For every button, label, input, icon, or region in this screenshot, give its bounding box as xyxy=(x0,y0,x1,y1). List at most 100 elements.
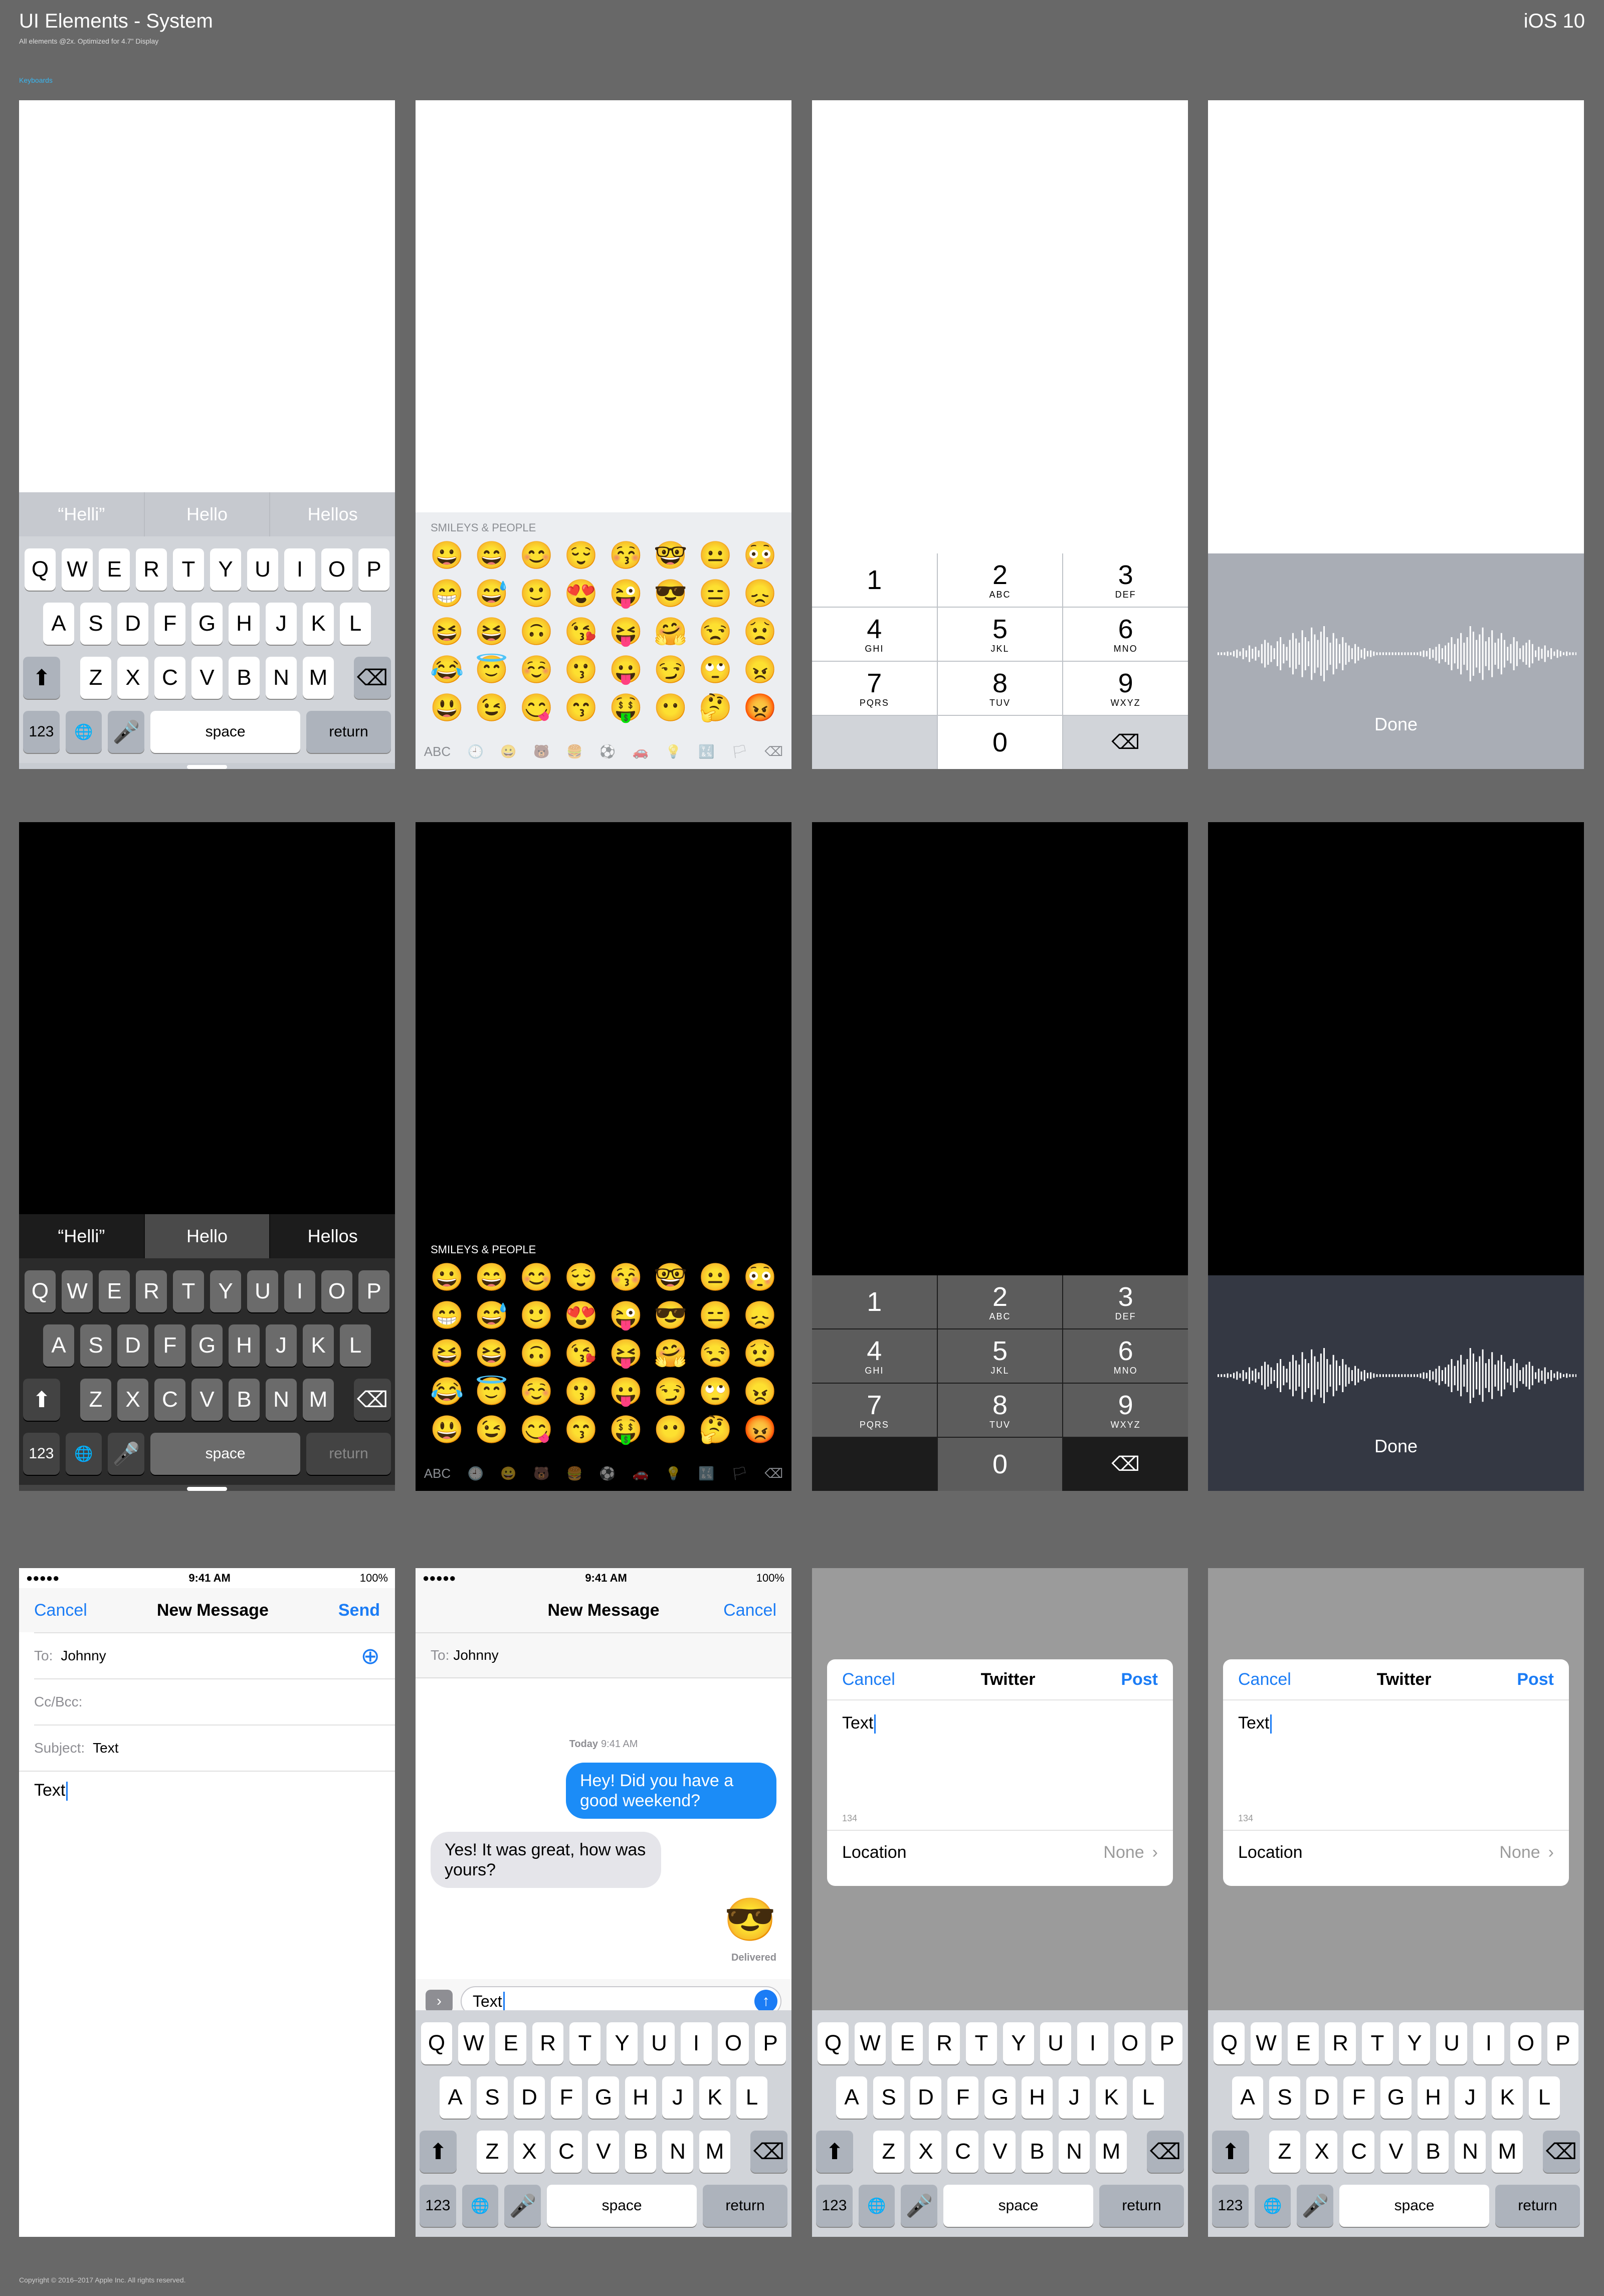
key-f[interactable]: F xyxy=(154,603,185,645)
shift-key[interactable]: ⬆ xyxy=(1212,2131,1249,2173)
send-button[interactable]: Send xyxy=(338,1601,380,1620)
key-w[interactable]: W xyxy=(1251,2022,1282,2064)
emoji-key[interactable]: 😛 xyxy=(604,654,648,686)
key-i[interactable]: I xyxy=(1473,2022,1504,2064)
key-c[interactable]: C xyxy=(154,657,185,699)
emoji-key[interactable]: 😎 xyxy=(648,578,693,610)
ccbcc-field[interactable]: Cc/Bcc: xyxy=(34,1678,395,1725)
emoji-key[interactable]: 😠 xyxy=(738,1376,782,1408)
emoji-key[interactable]: 😡 xyxy=(738,692,782,724)
key-e[interactable]: E xyxy=(892,2022,923,2064)
key-i[interactable]: I xyxy=(284,548,315,591)
key-h[interactable]: H xyxy=(229,603,260,645)
key-j[interactable]: J xyxy=(266,1324,297,1367)
key-t[interactable]: T xyxy=(173,548,204,591)
digit-key[interactable]: 9 WXYZ xyxy=(1063,662,1188,715)
emoji-key[interactable]: 😎 xyxy=(648,1299,693,1331)
delete-key[interactable]: ⌫ xyxy=(354,1379,391,1421)
shift-key[interactable]: ⬆ xyxy=(23,657,60,699)
emoji-key[interactable]: 😊 xyxy=(514,539,559,571)
tweet-text-area[interactable]: Text 134 xyxy=(1223,1700,1569,1830)
key-n[interactable]: N xyxy=(1455,2131,1486,2173)
key-u[interactable]: U xyxy=(644,2022,675,2064)
key-v[interactable]: V xyxy=(1380,2131,1412,2173)
delete-icon[interactable]: ⌫ xyxy=(764,744,783,759)
numbers-key[interactable]: 123 xyxy=(1212,2185,1249,2227)
key-a[interactable]: A xyxy=(43,603,74,645)
key-h[interactable]: H xyxy=(625,2076,656,2119)
suggestion-1[interactable]: “Helli” xyxy=(19,492,144,536)
symbols-icon[interactable]: 🔣 xyxy=(698,744,714,759)
emoji-key[interactable]: 😞 xyxy=(738,578,782,610)
key-c[interactable]: C xyxy=(154,1379,185,1421)
key-r[interactable]: R xyxy=(136,1270,167,1312)
key-g[interactable]: G xyxy=(191,603,223,645)
key-h[interactable]: H xyxy=(229,1324,260,1367)
emoji-key[interactable]: 😉 xyxy=(469,1414,514,1446)
return-key[interactable]: return xyxy=(1495,2185,1580,2227)
key-a[interactable]: A xyxy=(1232,2076,1263,2119)
key-t[interactable]: T xyxy=(173,1270,204,1312)
cancel-button[interactable]: Cancel xyxy=(842,1670,895,1689)
emoji-key[interactable]: 🙃 xyxy=(514,616,559,648)
emoji-key[interactable]: 😀 xyxy=(425,1261,469,1293)
key-x[interactable]: X xyxy=(910,2131,941,2173)
key-n[interactable]: N xyxy=(662,2131,693,2173)
suggestion-2[interactable]: Hello xyxy=(143,492,270,536)
mail-body[interactable]: Text xyxy=(19,1771,395,1810)
key-b[interactable]: B xyxy=(1022,2131,1053,2173)
location-row[interactable]: Location None › xyxy=(827,1830,1173,1874)
cancel-button[interactable]: Cancel xyxy=(1238,1670,1291,1689)
cancel-button[interactable]: Cancel xyxy=(723,1601,776,1620)
delete-key[interactable]: ⌫ xyxy=(354,657,391,699)
emoji-key[interactable]: 😟 xyxy=(738,1337,782,1370)
return-key[interactable]: return xyxy=(306,1433,391,1475)
post-button[interactable]: Post xyxy=(1121,1670,1158,1689)
key-p[interactable]: P xyxy=(358,548,389,591)
key-d[interactable]: D xyxy=(514,2076,545,2119)
key-f[interactable]: F xyxy=(154,1324,185,1367)
emoji-key[interactable]: 😋 xyxy=(514,692,559,724)
emoji-key[interactable]: 😍 xyxy=(559,578,604,610)
digit-key[interactable]: 8 TUV xyxy=(937,662,1063,715)
emoji-key[interactable]: 🤔 xyxy=(693,692,738,724)
delete-icon[interactable]: ⌫ xyxy=(764,1466,783,1481)
key-i[interactable]: I xyxy=(681,2022,712,2064)
objects-icon[interactable]: 💡 xyxy=(665,744,681,759)
key-o[interactable]: O xyxy=(1510,2022,1541,2064)
emoji-key[interactable]: ☺️ xyxy=(514,654,559,686)
key-s[interactable]: S xyxy=(873,2076,904,2119)
done-button[interactable]: Done xyxy=(1374,1436,1418,1457)
emoji-key[interactable]: 😁 xyxy=(425,578,469,610)
digit-key[interactable]: 4 GHI xyxy=(812,1329,937,1383)
numbers-key[interactable]: 123 xyxy=(420,2185,456,2227)
key-f[interactable]: F xyxy=(947,2076,978,2119)
key-l[interactable]: L xyxy=(1529,2076,1560,2119)
globe-key[interactable]: 🌐 xyxy=(65,1433,102,1475)
key-g[interactable]: G xyxy=(191,1324,223,1367)
symbols-icon[interactable]: 🔣 xyxy=(698,1466,714,1481)
key-o[interactable]: O xyxy=(321,1270,352,1312)
to-field[interactable]: To: Johnny xyxy=(416,1632,791,1678)
key-j[interactable]: J xyxy=(1059,2076,1090,2119)
emoji-key[interactable]: ☺️ xyxy=(514,1376,559,1408)
emoji-key[interactable]: 😗 xyxy=(559,654,604,686)
flags-icon[interactable]: 🏳 xyxy=(731,744,748,759)
emoji-key[interactable]: 😄 xyxy=(469,539,514,571)
key-z[interactable]: Z xyxy=(873,2131,904,2173)
key-w[interactable]: W xyxy=(458,2022,489,2064)
emoji-key[interactable]: 😊 xyxy=(514,1261,559,1293)
apps-expand-button[interactable]: › xyxy=(426,1990,453,2013)
digit-key[interactable]: 1 xyxy=(812,1275,937,1328)
numbers-key[interactable]: 123 xyxy=(23,1433,60,1475)
globe-key[interactable]: 🌐 xyxy=(65,711,102,753)
delete-key[interactable]: ⌫ xyxy=(750,2131,787,2173)
key-g[interactable]: G xyxy=(1380,2076,1412,2119)
emoji-key[interactable]: 😙 xyxy=(559,692,604,724)
key-e[interactable]: E xyxy=(99,548,130,591)
key-i[interactable]: I xyxy=(284,1270,315,1312)
emoji-key[interactable]: 😶 xyxy=(648,1414,693,1446)
emoji-key[interactable]: 🙄 xyxy=(693,1376,738,1408)
key-q[interactable]: Q xyxy=(25,548,56,591)
digit-key[interactable]: 7 PQRS xyxy=(812,662,937,715)
